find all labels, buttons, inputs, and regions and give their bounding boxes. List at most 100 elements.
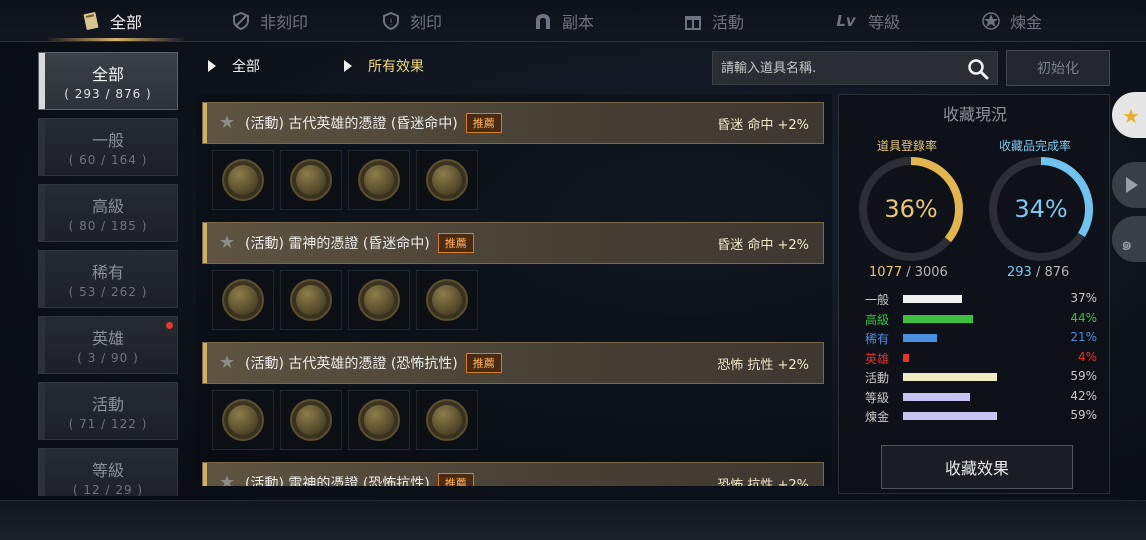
entry-header[interactable]: ★ (活動) 雷神的憑證 (昏迷命中) 推薦 昏迷 命中 +2% [202,222,824,264]
grade-stat-bar [903,295,962,303]
shield-crossed-icon [230,10,252,32]
tab-non-engraved[interactable]: 非刻印 [230,0,308,42]
coin-icon [290,159,332,201]
grade-stat-row: 煉金 59% [865,408,1097,424]
tab-alchemy[interactable]: 煉金 [980,0,1042,42]
star-icon[interactable]: ★ [219,234,237,252]
category-filter-label: 全部 [232,59,260,75]
play-arrow-icon [208,60,216,72]
selection-bar [39,185,45,241]
list-item[interactable]: ★ (活動) 雷神的憑證 (昏迷命中) 推薦 昏迷 命中 +2% [202,222,824,330]
item-slot[interactable] [212,270,274,330]
list-item[interactable]: ★ (活動) 古代英雄的憑證 (恐怖抗性) 推薦 恐怖 抗性 +2% [202,342,824,450]
sidebar-item-rare[interactable]: 稀有 ( 53 / 262 ) [38,250,178,308]
sidebar-item-level[interactable]: 等級 ( 12 / 29 ) [38,448,178,496]
item-slot[interactable] [280,150,342,210]
grade-stat-percent: 59% [1070,369,1097,383]
sidebar-item-event[interactable]: 活動 ( 71 / 122 ) [38,382,178,440]
accent-bar [203,343,207,383]
recommended-badge: 推薦 [437,233,474,253]
item-slot[interactable] [280,270,342,330]
list-item[interactable]: ★ (活動) 雷神的憑證 (恐怖抗性) 推薦 恐怖 抗性 +2% [202,462,824,486]
grade-stat-name: 煉金 [865,410,890,424]
item-slot[interactable] [416,390,478,450]
item-slot[interactable] [348,390,410,450]
search-input[interactable] [721,60,961,76]
play-side-button[interactable] [1112,162,1146,208]
item-slot[interactable] [212,390,274,450]
alchemy-icon [980,10,1002,32]
item-slot[interactable] [416,270,478,330]
grade-stat-name: 等級 [865,390,890,405]
coin-icon [358,279,400,321]
collection-list[interactable]: ★ (活動) 古代英雄的憑證 (昏迷命中) 推薦 昏迷 命中 +2% ★ (活動… [196,94,832,486]
entry-header[interactable]: ★ (活動) 雷神的憑證 (恐怖抗性) 推薦 恐怖 抗性 +2% [202,462,824,486]
collection-effect-button[interactable]: 收藏效果 [881,445,1073,489]
sidebar-item-hero[interactable]: 英雄 ( 3 / 90 ) [38,316,178,374]
item-slot[interactable] [416,150,478,210]
sidebar-item-count: ( 80 / 185 ) [68,219,148,233]
category-filter[interactable]: 全部 [208,56,260,76]
item-slots [212,150,824,210]
item-slot[interactable] [348,270,410,330]
item-slot[interactable] [212,150,274,210]
grade-stat-row: 稀有 21% [865,330,1097,346]
collection-status-panel: 收藏現況 道具登錄率 收藏品完成率 36% 34% 1077 / 3006 29… [838,94,1110,494]
completion-count: 293 / 876 [1007,265,1069,280]
completion-rate-value: 34% [1014,195,1067,223]
accent-bar [203,103,207,143]
grade-stat-name: 活動 [865,371,890,385]
level-icon: Lv [836,12,856,30]
play-arrow-icon [344,60,352,72]
coin-icon [358,159,400,201]
sidebar-item-label: 等級 [91,461,124,480]
grade-sidebar: 全部 ( 293 / 876 ) 一般 ( 60 / 164 ) 高級 ( 80… [38,50,180,496]
search-icon[interactable] [967,58,989,80]
grade-stat-name: 一般 [865,293,890,307]
star-icon[interactable]: ★ [219,474,237,487]
tab-engraved[interactable]: ! 刻印 [380,0,442,42]
registration-count: 1077 / 3006 [869,265,948,280]
item-slot[interactable] [348,150,410,210]
sidebar-item-advanced[interactable]: 高級 ( 80 / 185 ) [38,184,178,242]
reset-button[interactable]: 初始化 [1006,50,1110,86]
item-slot[interactable] [280,390,342,450]
sidebar-item-common[interactable]: 一般 ( 60 / 164 ) [38,118,178,176]
tab-engraved-label: 刻印 [410,13,443,32]
grade-stat-bar [903,392,970,401]
sidebar-item-label: 高級 [91,197,124,216]
entry-header[interactable]: ★ (活動) 古代英雄的憑證 (昏迷命中) 推薦 昏迷 命中 +2% [202,102,824,144]
list-item[interactable]: ★ (活動) 古代英雄的憑證 (昏迷命中) 推薦 昏迷 命中 +2% [202,102,824,210]
tab-level[interactable]: Lv 等級 [832,0,900,42]
active-tab-indicator [46,38,186,41]
grade-stat-percent: 42% [1070,388,1097,403]
favorite-side-button[interactable]: ★ [1112,92,1146,138]
coin-icon [426,399,468,441]
effect-filter-label: 所有效果 [368,59,424,75]
star-icon[interactable]: ★ [219,354,237,372]
sidebar-item-all[interactable]: 全部 ( 293 / 876 ) [38,52,178,110]
tab-all[interactable]: 全部 [80,0,142,42]
sidebar-item-count: ( 3 / 90 ) [77,351,139,365]
entry-title: (活動) 古代英雄的憑證 (恐怖抗性) [245,356,458,372]
selection-bar [39,383,45,439]
recommended-badge: 推薦 [437,473,474,486]
grade-stat-name: 高級 [865,312,890,327]
swirl-side-button[interactable]: ๑ [1112,216,1146,262]
accent-bar [203,223,207,263]
entry-header[interactable]: ★ (活動) 古代英雄的憑證 (恐怖抗性) 推薦 恐怖 抗性 +2% [202,342,824,384]
grade-stat-percent: 44% [1070,310,1097,325]
shield-icon: ! [380,10,402,32]
tab-dungeon[interactable]: 副本 [532,0,594,42]
tab-dungeon-label: 副本 [562,13,595,32]
tab-event[interactable]: 活動 [682,0,744,42]
svg-text:!: ! [389,18,393,28]
recommended-badge: 推薦 [465,113,502,133]
effect-filter[interactable]: 所有效果 [344,56,424,76]
tab-level-label: 等級 [868,13,901,32]
registration-rate-value: 36% [884,195,937,223]
sidebar-item-label: 全部 [91,65,124,84]
accent-bar [203,463,207,486]
star-icon[interactable]: ★ [219,114,237,132]
selection-bar [39,449,45,496]
